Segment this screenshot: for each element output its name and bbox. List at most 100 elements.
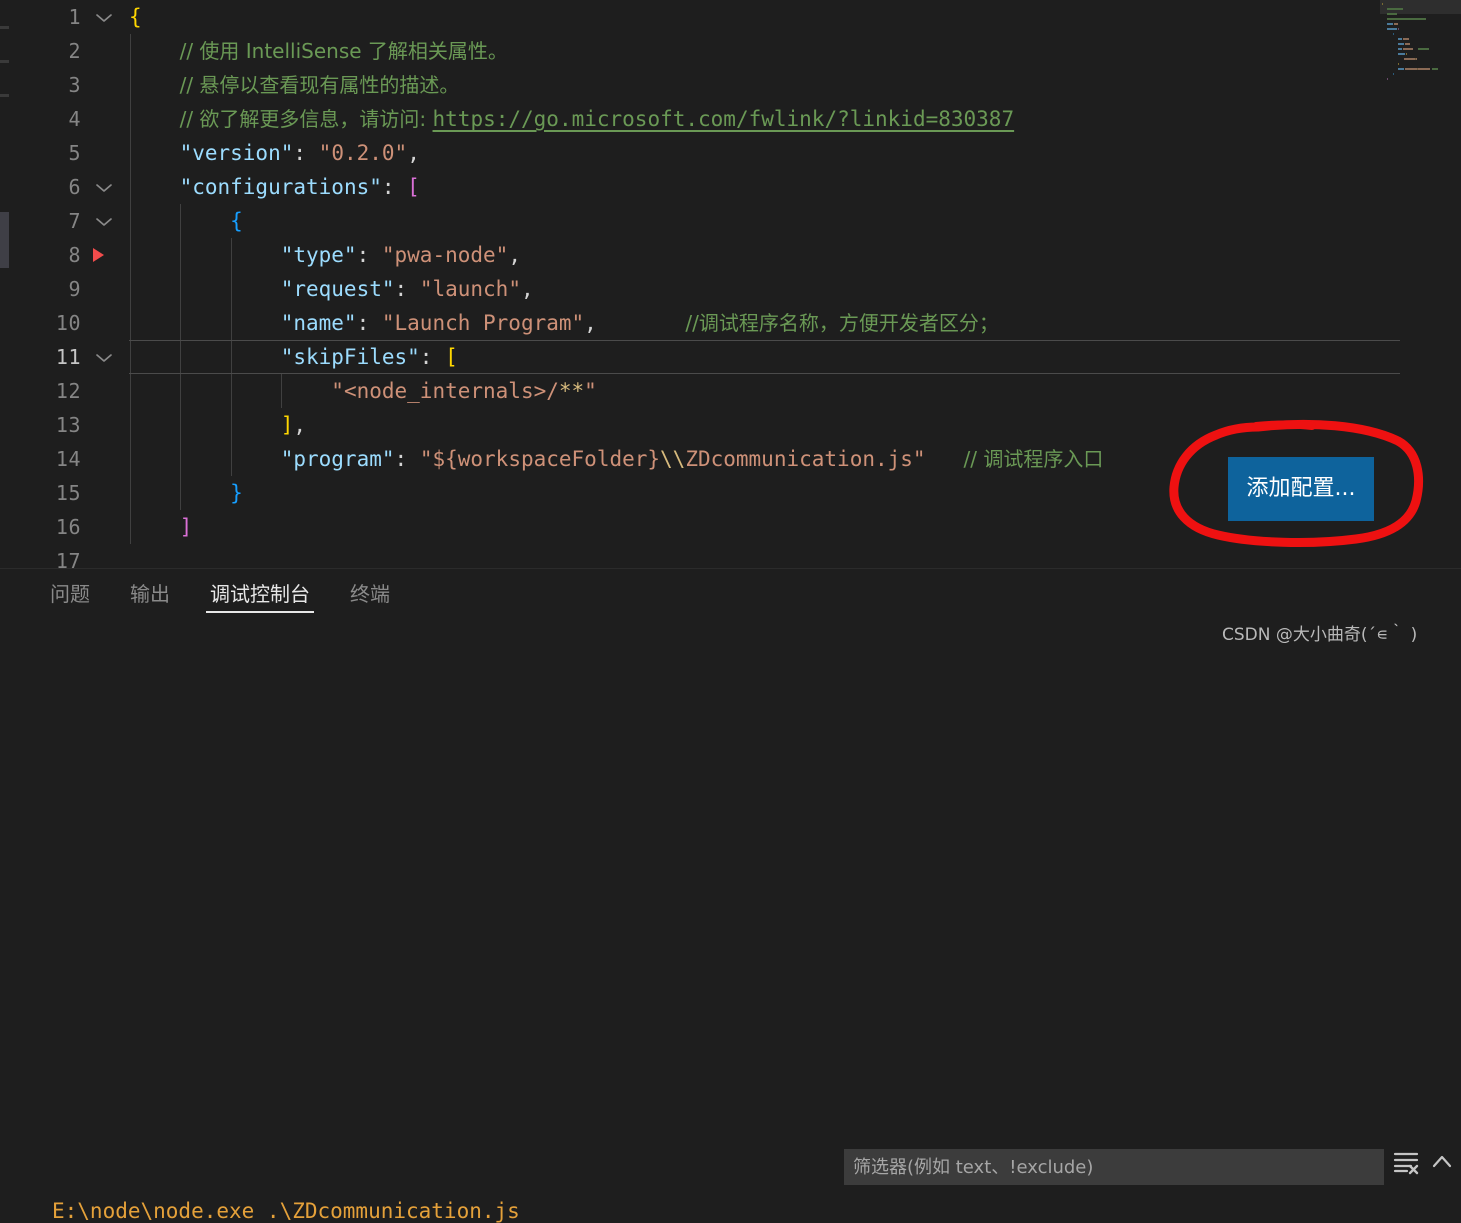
panel-tab-list[interactable]: 问题 输出 调试控制台 终端	[30, 571, 410, 617]
minimap-line	[1432, 68, 1438, 70]
code-token: "${workspaceFolder}	[419, 447, 661, 471]
minimap-line	[1398, 38, 1402, 40]
csdn-watermark: CSDN @大小曲奇(´∊｀ )	[1222, 625, 1418, 645]
code-line[interactable]: "type": "pwa-node",	[129, 238, 1461, 272]
code-token: ]	[179, 515, 193, 539]
gutter-row[interactable]: 2	[9, 34, 129, 68]
minimap-line	[1387, 13, 1397, 15]
gutter-row[interactable]: 15	[9, 476, 129, 510]
chevron-down-icon[interactable]	[93, 170, 115, 204]
code-line[interactable]: {	[129, 204, 1461, 238]
line-number: 5	[68, 141, 81, 165]
code-token: [	[407, 175, 420, 199]
gutter-row[interactable]: 10	[9, 306, 129, 340]
minimap-line	[1418, 48, 1429, 50]
code-token: // 使用 IntelliSense 了解相关属性。	[179, 39, 508, 63]
gutter-row[interactable]: 12	[9, 374, 129, 408]
gutter-row[interactable]: 11	[9, 340, 129, 374]
code-token: ,	[508, 243, 521, 267]
gutter-row[interactable]: 14	[9, 442, 129, 476]
code-line-text: "name": "Launch Program", //调试程序名称，方便开发者…	[129, 311, 999, 335]
line-number: 8	[68, 243, 81, 267]
clear-console-icon[interactable]	[1392, 1149, 1420, 1175]
code-token: {	[230, 209, 243, 233]
code-line-text: "configurations": [	[129, 175, 420, 199]
code-token: [	[445, 345, 458, 369]
gutter-row[interactable]: 16	[9, 510, 129, 544]
panel-tab-item[interactable]: 问题	[30, 571, 110, 617]
gutter-row[interactable]: 9	[9, 272, 129, 306]
code-token[interactable]: https://go.microsoft.com/fwlink/?linkid=…	[433, 107, 1015, 131]
gutter-row[interactable]: 13	[9, 408, 129, 442]
code-line[interactable]: // 欲了解更多信息，请访问: https://go.microsoft.com…	[129, 102, 1461, 136]
editor-overview-scrollbar[interactable]	[0, 0, 9, 568]
chevron-down-icon[interactable]	[93, 340, 115, 374]
minimap-line	[1403, 48, 1413, 50]
minimap-line	[1398, 48, 1402, 50]
gutter-row[interactable]: 7	[9, 204, 129, 238]
code-token: :	[394, 277, 420, 301]
minimap-line	[1387, 23, 1393, 25]
panel-tab-item[interactable]: 终端	[330, 571, 410, 617]
code-line[interactable]: "name": "Launch Program", //调试程序名称，方便开发者…	[129, 306, 1461, 340]
panel-tab-item[interactable]: 输出	[110, 571, 190, 617]
gutter-row[interactable]: 3	[9, 68, 129, 102]
code-line[interactable]: ],	[129, 408, 1461, 442]
gutter-row[interactable]: 5	[9, 136, 129, 170]
editor-gutter[interactable]: 1 2 3 4 5 6 7 8 9 10 11 12 13 14 15 16 17	[9, 0, 129, 568]
code-line[interactable]: "configurations": [	[129, 170, 1461, 204]
minimap-slider[interactable]	[1380, 0, 1461, 14]
line-number: 15	[55, 481, 81, 505]
code-token: "program"	[280, 447, 395, 471]
code-token: ,	[293, 413, 307, 437]
gutter-row[interactable]: 8	[9, 238, 129, 272]
code-line-text: "type": "pwa-node",	[129, 243, 521, 267]
debug-console-output: E:\node\node.exe .\ZDcommunication.js	[52, 1199, 520, 1223]
code-line[interactable]: "request": "launch",	[129, 272, 1461, 306]
gutter-row[interactable]: 17	[9, 544, 129, 568]
gutter-row[interactable]: 1	[9, 0, 129, 34]
minimap-line	[1394, 23, 1398, 25]
code-line[interactable]: // 悬停以查看现有属性的描述。	[129, 68, 1461, 102]
minimap-line	[1398, 53, 1405, 55]
panel-action-bar[interactable]	[1392, 1149, 1454, 1175]
code-line[interactable]: "version": "0.2.0",	[129, 136, 1461, 170]
code-token: "0.2.0"	[318, 141, 408, 165]
add-configuration-button[interactable]: 添加配置...	[1228, 457, 1374, 521]
code-token: //调试程序名称，方便开发者区分；	[685, 311, 999, 335]
line-number: 7	[68, 209, 81, 233]
panel-tab-active[interactable]: 调试控制台	[190, 571, 330, 617]
chevron-down-icon[interactable]	[93, 0, 115, 34]
code-token: "launch"	[419, 277, 521, 301]
code-line[interactable]: // 使用 IntelliSense 了解相关属性。	[129, 34, 1461, 68]
code-token: }	[230, 481, 243, 505]
breakpoint-marker-icon[interactable]	[93, 248, 104, 262]
code-line[interactable]	[129, 544, 1461, 568]
code-line[interactable]: {	[129, 0, 1461, 34]
code-line[interactable]: "skipFiles": [	[129, 340, 1461, 374]
minimap-line	[1398, 28, 1399, 30]
gutter-row[interactable]: 6	[9, 170, 129, 204]
code-token: // 调试程序入口	[963, 447, 1104, 471]
code-token: "type"	[280, 243, 357, 267]
minimap-line	[1387, 28, 1397, 30]
editor-minimap[interactable]	[1380, 0, 1461, 568]
gutter-row[interactable]: 4	[9, 102, 129, 136]
minimap-line	[1418, 68, 1430, 70]
chevron-up-icon[interactable]	[1430, 1150, 1454, 1174]
chevron-down-icon[interactable]	[93, 204, 115, 238]
code-line-text: "version": "0.2.0",	[129, 141, 420, 165]
line-number: 1	[68, 5, 81, 29]
code-line[interactable]: "<node_internals>/**"	[129, 374, 1461, 408]
console-filter-input[interactable]	[844, 1149, 1384, 1185]
code-token: ,	[407, 141, 420, 165]
